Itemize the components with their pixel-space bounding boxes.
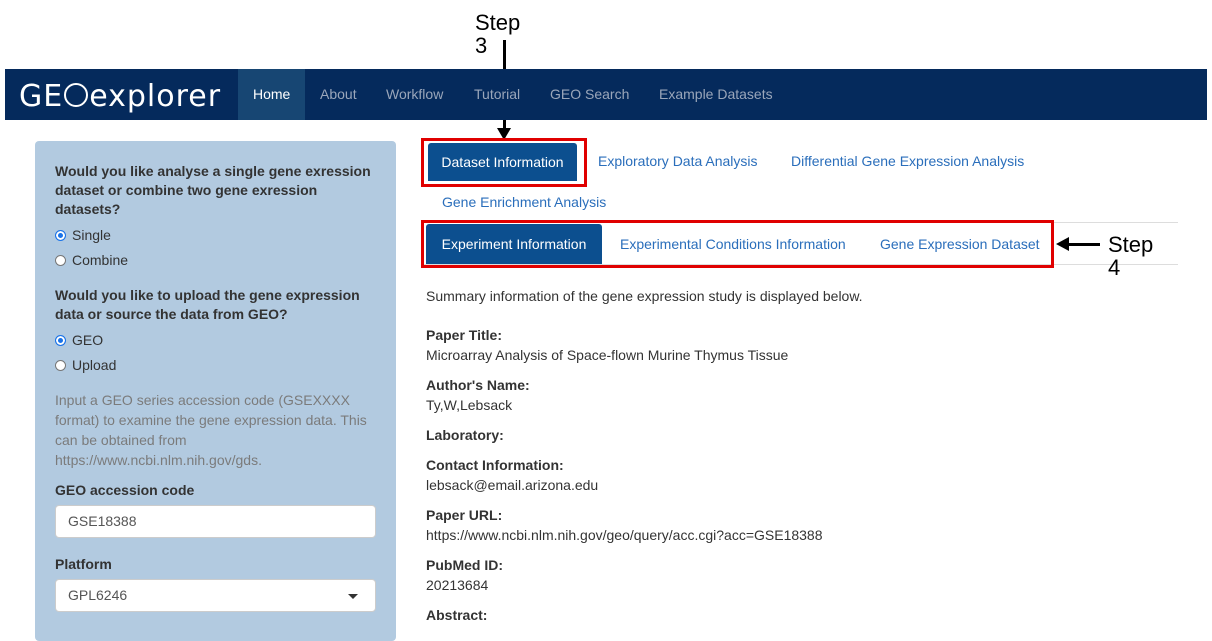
dropdown-caret-icon: [348, 594, 358, 599]
step4-highlight-box: [421, 220, 1054, 268]
step4-text: Step: [1108, 232, 1154, 257]
radio-selected-icon[interactable]: [55, 334, 66, 346]
tab-exploratory-data-analysis[interactable]: Exploratory Data Analysis: [598, 151, 758, 171]
platform-selected-value: GPL6246: [68, 587, 128, 603]
tab-differential-expression[interactable]: Differential Gene Expression Analysis: [791, 151, 1024, 171]
abstract-label: Abstract:: [426, 607, 488, 623]
step4-number: 4: [1108, 255, 1121, 280]
accession-help-text: Input a GEO series accession code (GSEXX…: [55, 392, 367, 468]
nav-home[interactable]: Home: [238, 69, 306, 120]
platform-select[interactable]: GPL6246: [55, 579, 376, 612]
platform-label: Platform: [55, 556, 112, 572]
brand-text-right: explorer: [89, 79, 222, 114]
summary-text: Summary information of the gene expressi…: [426, 288, 863, 304]
contact-label: Contact Information:: [426, 457, 564, 473]
pubmed-label: PubMed ID:: [426, 557, 503, 573]
radio-combine[interactable]: Combine: [55, 250, 128, 270]
radio-geo[interactable]: GEO: [55, 330, 103, 350]
step4-annotation-label: Step 4: [1108, 233, 1153, 279]
paper-url-label: Paper URL:: [426, 507, 503, 523]
paper-title-label: Paper Title:: [426, 327, 502, 343]
nav-geo-search[interactable]: GEO Search: [550, 69, 629, 120]
sidebar-panel: Would you like analyse a single gene exr…: [35, 141, 396, 641]
radio-single[interactable]: Single: [55, 225, 111, 245]
accession-label: GEO accession code: [55, 482, 195, 498]
top-navbar: GE explorer Home About Workflow Tutorial …: [5, 69, 1207, 120]
radio-selected-icon[interactable]: [55, 229, 66, 241]
tab-gene-enrichment[interactable]: Gene Enrichment Analysis: [442, 192, 606, 212]
radio-geo-label: GEO: [72, 332, 104, 348]
nav-example-datasets[interactable]: Example Datasets: [659, 69, 773, 120]
radio-upload[interactable]: Upload: [55, 355, 116, 375]
nav-workflow[interactable]: Workflow: [386, 69, 443, 120]
step3-highlight-box: [421, 138, 587, 187]
radio-upload-label: Upload: [72, 357, 117, 373]
nav-about[interactable]: About: [320, 69, 357, 120]
contact-value: lebsack@email.arizona.edu: [426, 477, 599, 493]
radio-single-label: Single: [72, 227, 111, 243]
dataset-mode-question: Would you like analyse a single gene exr…: [55, 163, 371, 217]
dna-globe-icon: [64, 82, 89, 107]
nav-tutorial[interactable]: Tutorial: [474, 69, 520, 120]
step3-number: 3: [475, 33, 488, 58]
paper-title-value: Microarray Analysis of Space-flown Murin…: [426, 347, 789, 363]
laboratory-label: Laboratory:: [426, 427, 504, 443]
data-source-question: Would you like to upload the gene expres…: [55, 287, 360, 322]
author-value: Ty,W,Lebsack: [426, 397, 513, 413]
radio-combine-label: Combine: [72, 252, 129, 268]
brand-logo[interactable]: GE explorer: [19, 79, 221, 114]
pubmed-value: 20213684: [426, 577, 489, 593]
radio-unselected-icon[interactable]: [55, 359, 66, 371]
step4-arrow-shaft: [1068, 243, 1100, 246]
step3-text: Step: [475, 10, 521, 35]
radio-unselected-icon[interactable]: [55, 254, 66, 266]
brand-text-left: GE: [19, 79, 64, 114]
author-label: Author's Name:: [426, 377, 530, 393]
paper-url-value: https://www.ncbi.nlm.nih.gov/geo/query/a…: [426, 527, 823, 543]
step3-annotation-label: Step 3: [475, 11, 520, 57]
accession-input[interactable]: GSE18388: [55, 505, 376, 538]
